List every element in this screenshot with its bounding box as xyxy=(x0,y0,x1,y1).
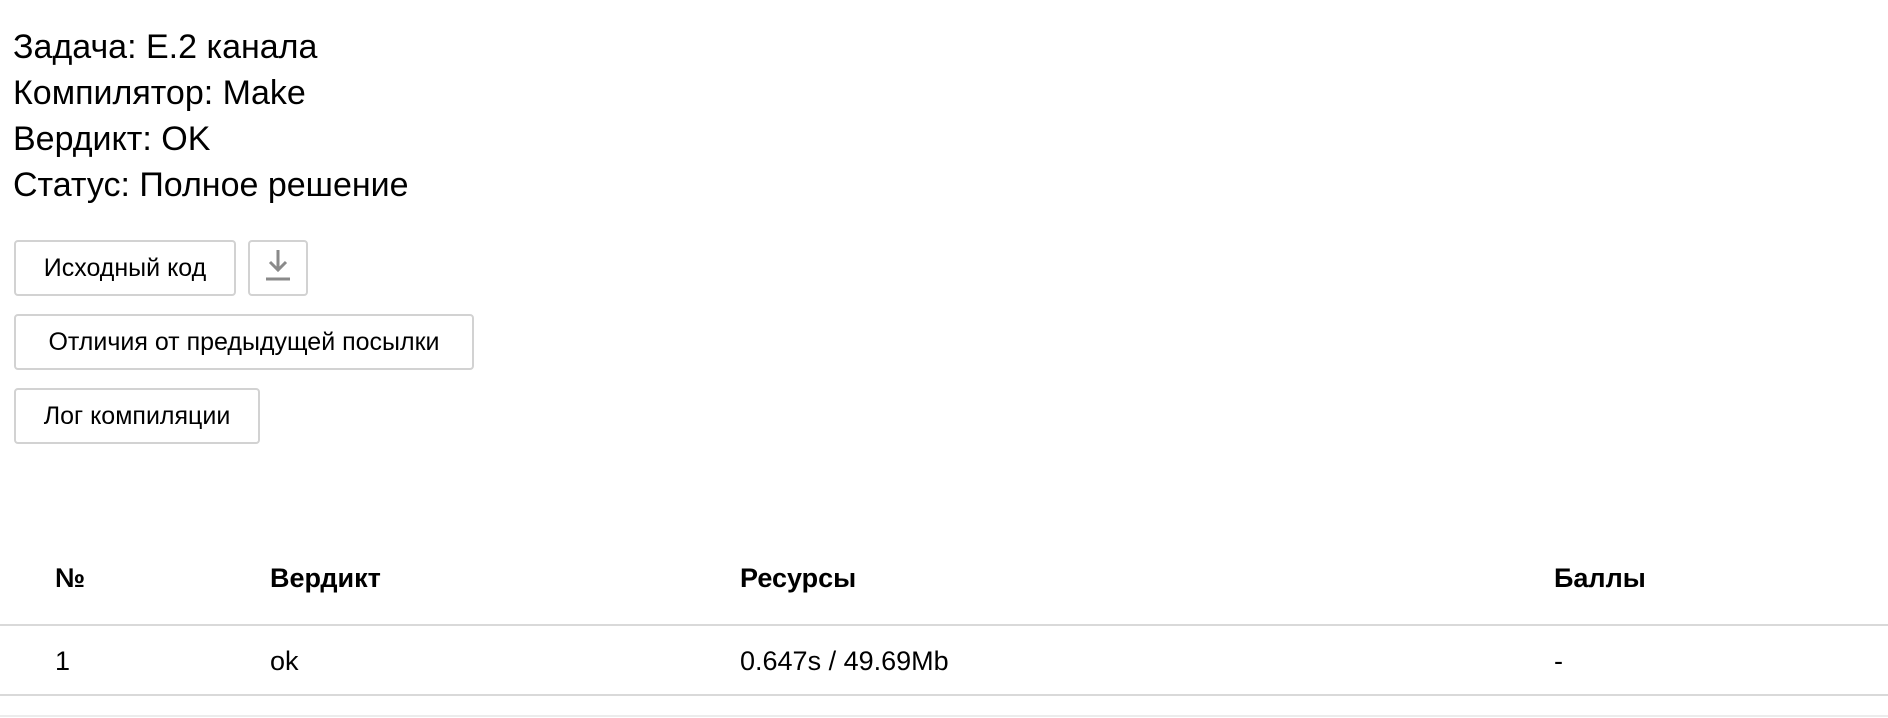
header-resources: Ресурсы xyxy=(740,563,857,593)
source-code-button[interactable]: Исходный код xyxy=(14,240,236,296)
compiler-line: Компилятор: Make xyxy=(13,74,306,112)
diff-previous-button[interactable]: Отличия от предыдущей посылки xyxy=(14,314,474,370)
cell-resources: 0.647s / 49.69Mb xyxy=(740,646,949,676)
submission-info: Задача: E.2 канала Компилятор: Make Верд… xyxy=(13,24,409,208)
header-number: № xyxy=(55,563,86,593)
tests-table: № Вердикт Ресурсы Баллы 1 ok 0.647s / 49… xyxy=(0,540,1888,696)
table-row: 1 ok 0.647s / 49.69Mb - xyxy=(0,626,1888,696)
compile-log-button[interactable]: Лог компиляции xyxy=(14,388,260,444)
cell-number: 1 xyxy=(55,646,71,676)
cell-verdict: ok xyxy=(270,646,299,676)
task-line: Задача: E.2 канала xyxy=(13,28,318,66)
header-points: Баллы xyxy=(1554,563,1646,593)
bottom-divider xyxy=(0,715,1888,717)
table-header-row: № Вердикт Ресурсы Баллы xyxy=(0,540,1888,626)
status-line: Статус: Полное решение xyxy=(13,166,409,204)
download-button[interactable] xyxy=(248,240,308,296)
download-icon xyxy=(265,248,291,289)
verdict-line: Вердикт: OK xyxy=(13,120,211,158)
cell-points: - xyxy=(1554,646,1563,676)
header-verdict: Вердикт xyxy=(270,563,381,593)
